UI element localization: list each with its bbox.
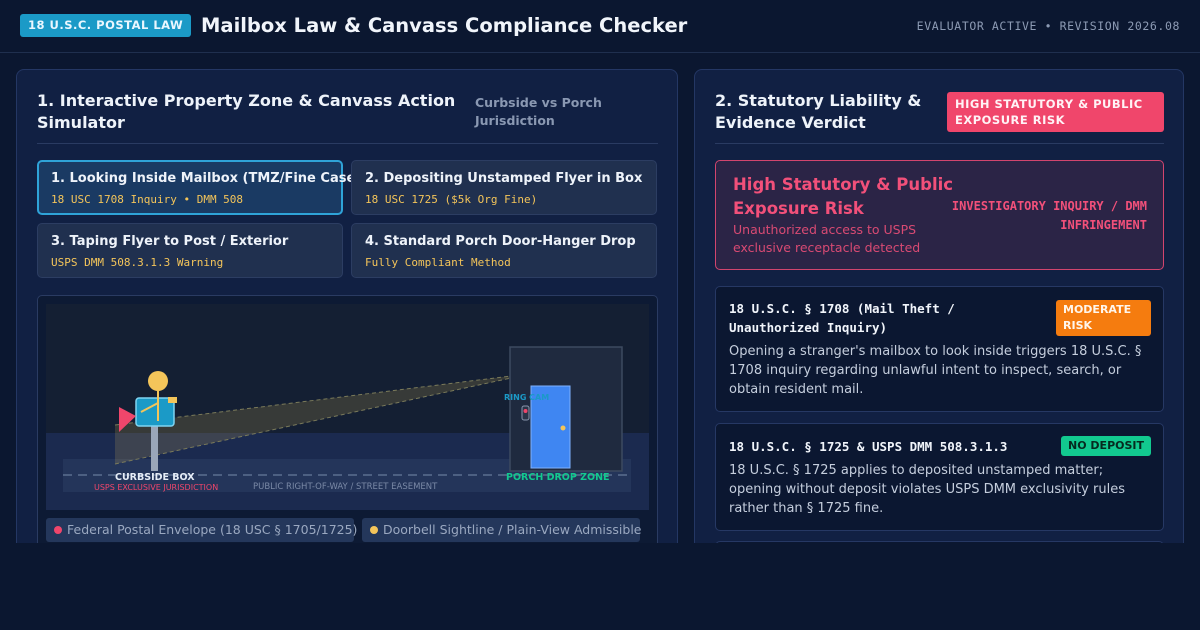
curbside-box-label: CURBSIDE BOX [115,472,195,483]
verdict-title: High Statutory & Public Exposure Risk [733,175,954,218]
mailbox-post [151,423,158,471]
right-of-way-label: PUBLIC RIGHT-OF-WAY / STREET EASEMENT [253,482,438,492]
scenario-subtitle: Fully Compliant Method [365,256,511,269]
law-badge: 18 U.S.C. POSTAL LAW [20,14,192,37]
verdict-description: Unauthorized access to USPS exclusive re… [733,222,921,255]
porch-drop-zone-label: PORCH DROP ZONE [506,472,610,483]
legend-dot [370,526,378,534]
statute-title: 18 U.S.C. § 1725 & USPS DMM 508.3.1.3 [729,439,1008,454]
scenario-depositing-unstamped-flyer[interactable]: 2. Depositing Unstamped Flyer in Box 18 … [351,160,657,215]
verdict-summary: High Statutory & Public Exposure Risk Un… [715,160,1164,270]
legend-doorbell-sightline: Doorbell Sightline / Plain-View Admissib… [362,518,642,542]
statute-description: Opening a stranger's mailbox to look ins… [729,344,1142,397]
legend-label: Federal Postal Envelope (18 USC § 1705/1… [67,522,358,537]
statute-risk-badge: NO DEPOSIT [1061,436,1151,456]
curbside-jurisdiction-label: USPS EXCLUSIVE JURISDICTION [94,483,218,492]
ring-cam-label: RING CAM [504,393,549,402]
property-scene: RING CAM CURBSIDE BOX USPS EXCLUSIVE JUR… [37,295,658,568]
statute-card-1708: 18 U.S.C. § 1708 (Mail Theft / Unauthori… [715,286,1164,412]
risk-level-badge: HIGH STATUTORY & PUBLIC EXPOSURE RISK [947,92,1164,132]
scenario-subtitle: USPS DMM 508.3.1.3 Warning [51,256,224,269]
simulator-panel: 1. Interactive Property Zone & Canvass A… [16,69,678,569]
statute-risk-badge: MODERATE RISK [1056,300,1151,336]
verdict-panel: 2. Statutory Liability & Evidence Verdic… [694,69,1184,569]
verdict-panel-title: 2. Statutory Liability & Evidence Verdic… [715,91,922,132]
ring-camera-lens [523,409,528,413]
legend-dot [54,526,62,534]
legend-label: Doorbell Sightline / Plain-View Admissib… [383,522,642,537]
property-scene-illustration: RING CAM CURBSIDE BOX USPS EXCLUSIVE JUR… [46,304,649,510]
scenario-title: 4. Standard Porch Door-Hanger Drop [365,234,636,249]
evaluator-status: EVALUATOR ACTIVE • REVISION 2026.08 [916,19,1180,33]
page-footer-background [0,543,1200,630]
app-title: Mailbox Law & Canvass Compliance Checker [201,14,688,37]
scenario-subtitle: 18 USC 1708 Inquiry • DMM 508 [51,193,244,206]
scenario-title: 3. Taping Flyer to Post / Exterior [51,234,289,249]
statute-description: 18 U.S.C. § 1725 applies to deposited un… [729,463,1125,516]
scenario-subtitle: 18 USC 1725 ($5k Org Fine) [365,193,538,206]
statute-card-1725: 18 U.S.C. § 1725 & USPS DMM 508.3.1.3 NO… [715,423,1164,531]
scenario-looking-inside-mailbox[interactable]: 1. Looking Inside Mailbox (TMZ/Fine Case… [37,160,361,215]
divider [715,143,1164,144]
simulator-title: 1. Interactive Property Zone & Canvass A… [37,91,456,132]
simulator-subtitle: Curbside vs Porch Jurisdiction [475,95,602,128]
mailbox-flag [168,397,177,403]
statute-title: 18 U.S.C. § 1708 (Mail Theft / Unauthori… [729,301,955,335]
scenario-title: 2. Depositing Unstamped Flyer in Box [365,171,643,186]
canvasser-head [148,371,168,391]
scenario-taping-flyer-to-post[interactable]: 3. Taping Flyer to Post / Exterior USPS … [37,223,343,278]
door-knob [560,425,566,431]
top-bar: 18 U.S.C. POSTAL LAW Mailbox Law & Canva… [0,0,1200,53]
scenario-porch-door-hanger[interactable]: 4. Standard Porch Door-Hanger Drop Fully… [351,223,657,278]
verdict-code: INVESTIGATORY INQUIRY / DMM INFRINGEMENT [951,199,1147,232]
scenario-title: 1. Looking Inside Mailbox (TMZ/Fine Case… [51,171,362,186]
legend-postal-envelope: Federal Postal Envelope (18 USC § 1705/1… [46,518,358,542]
divider [37,143,658,144]
